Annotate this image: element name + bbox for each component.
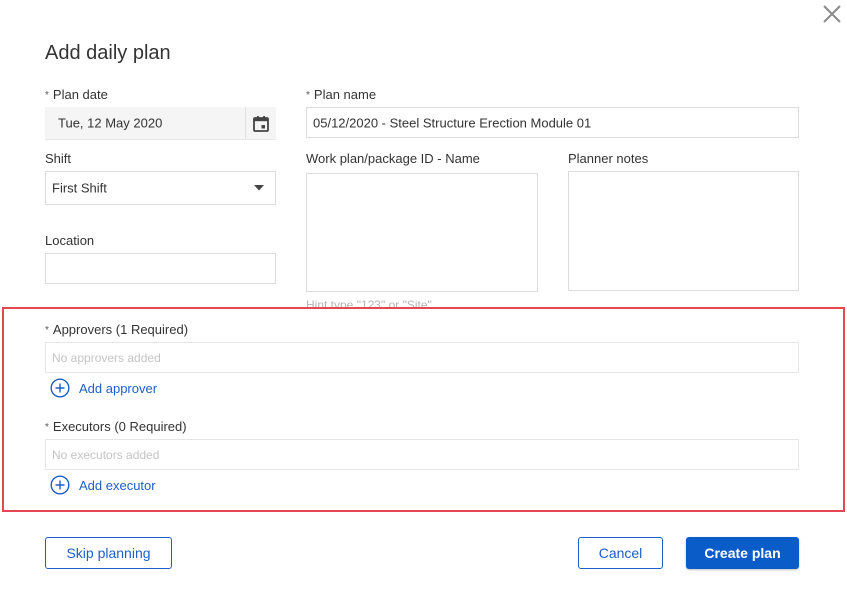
work-plan-input[interactable] — [306, 173, 538, 292]
executors-label-text: Executors (0 Required) — [52, 419, 187, 434]
close-icon — [823, 5, 841, 23]
location-input[interactable] — [45, 253, 276, 284]
add-executor-label: Add executor — [79, 477, 156, 493]
add-approver-label: Add approver — [79, 380, 158, 396]
executors-list: No executors added — [45, 439, 799, 470]
work-plan-hint: Hint type "123" or "Site" — [306, 298, 432, 307]
add-executor-button[interactable]: Add executor — [50, 475, 156, 495]
plan-date-label-text: Plan date — [52, 87, 108, 102]
shift-select[interactable]: First Shift — [45, 171, 276, 205]
approvers-label-text: Approvers (1 Required) — [52, 322, 189, 337]
plan-name-input[interactable]: 05/12/2020 - Steel Structure Erection Mo… — [306, 107, 799, 138]
plan-name-label-text: Plan name — [313, 87, 377, 102]
location-label: Location — [45, 233, 95, 248]
planner-notes-textarea[interactable] — [568, 171, 799, 291]
plan-date-field[interactable]: Tue, 12 May 2020 — [45, 107, 276, 140]
skip-planning-button[interactable]: Skip planning — [45, 537, 172, 569]
plan-date-label: * Plan date — [45, 87, 108, 102]
close-button[interactable] — [820, 2, 844, 26]
required-mark: * — [306, 90, 310, 101]
approvers-label: * Approvers (1 Required) — [45, 322, 188, 337]
plan-name-label: * Plan name — [306, 87, 376, 102]
approvers-empty-text: No approvers added — [52, 350, 161, 365]
work-plan-label: Work plan/package ID - Name — [306, 151, 480, 166]
planner-notes-label: Planner notes — [568, 151, 649, 166]
required-mark: * — [45, 325, 49, 336]
plus-circle-icon — [50, 378, 70, 398]
calendar-icon — [253, 116, 269, 132]
calendar-button[interactable] — [252, 115, 270, 133]
shift-label: Shift — [45, 151, 72, 166]
caret-down-icon — [253, 184, 265, 192]
create-plan-button[interactable]: Create plan — [686, 537, 799, 569]
add-approver-button[interactable]: Add approver — [50, 378, 157, 398]
required-mark: * — [45, 422, 49, 433]
date-field-divider — [245, 107, 246, 139]
plus-circle-icon — [50, 475, 70, 495]
executors-label: * Executors (0 Required) — [45, 419, 187, 434]
dialog-title: Add daily plan — [45, 42, 171, 64]
cancel-button[interactable]: Cancel — [578, 537, 663, 569]
approvers-list: No approvers added — [45, 342, 799, 373]
plan-name-value: 05/12/2020 - Steel Structure Erection Mo… — [313, 115, 592, 130]
shift-selected-value: First Shift — [52, 180, 107, 196]
required-mark: * — [45, 90, 49, 101]
plan-date-value: Tue, 12 May 2020 — [58, 115, 163, 131]
executors-empty-text: No executors added — [52, 447, 160, 462]
